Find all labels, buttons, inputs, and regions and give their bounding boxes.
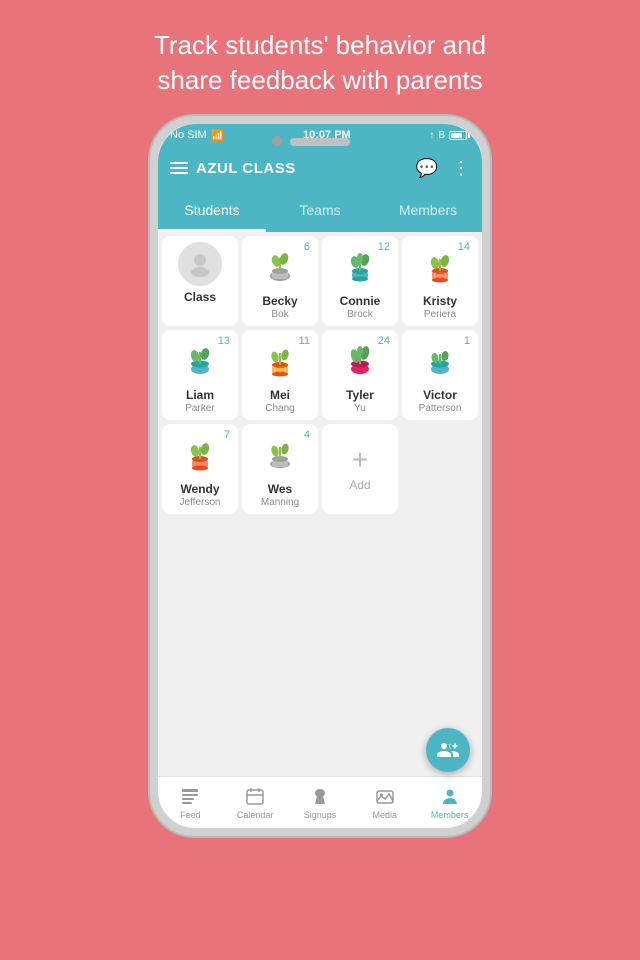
student-card-liam[interactable]: 13 Liam Parker — [162, 330, 238, 420]
media-label: Media — [373, 810, 398, 820]
plant-wendy — [176, 430, 224, 478]
name-wendy: Wendy — [180, 482, 219, 496]
fab-add-members[interactable] — [426, 728, 470, 772]
name-connie: Connie — [340, 294, 381, 308]
tab-students[interactable]: Students — [158, 190, 266, 232]
last-liam: Parker — [185, 403, 214, 414]
last-becky: Bok — [271, 309, 288, 320]
phone-screen: No SIM 📶 10:07 PM ↑ B AZUL CLASS — [158, 124, 482, 828]
score-becky: 6 — [304, 241, 310, 253]
last-tyler: Yu — [354, 403, 366, 414]
signups-label: Signups — [304, 810, 337, 820]
student-card-kristy[interactable]: 14 Kristy Peri — [402, 236, 478, 326]
chat-icon[interactable]: 💬 — [416, 158, 438, 179]
status-left: No SIM 📶 — [170, 129, 224, 142]
plant-victor — [416, 336, 464, 384]
class-name: Class — [184, 290, 216, 304]
class-avatar — [178, 242, 222, 286]
last-mei: Chang — [265, 403, 294, 414]
student-card-tyler[interactable]: 24 Tyler Yu — [322, 330, 398, 420]
more-icon[interactable]: ⋮ — [452, 158, 470, 179]
feed-icon — [179, 786, 201, 808]
members-icon — [439, 786, 461, 808]
add-student-card[interactable]: + Add — [322, 424, 398, 514]
headline-text: Track students' behavior andshare feedba… — [94, 0, 546, 116]
bottom-nav-media[interactable]: Media — [352, 777, 417, 828]
name-victor: Victor — [423, 388, 457, 402]
plant-becky — [256, 242, 304, 290]
name-mei: Mei — [270, 388, 290, 402]
students-grid: Class 6 Becky Bok — [158, 232, 482, 776]
bottom-nav-signups[interactable]: Signups — [288, 777, 353, 828]
plant-mei — [256, 336, 304, 384]
last-victor: Patterson — [419, 403, 462, 414]
nav-action-icons: 💬 ⋮ — [416, 158, 470, 179]
student-card-wes[interactable]: 4 Wes Manning — [242, 424, 318, 514]
status-right: ↑ B — [429, 130, 470, 141]
score-tyler: 24 — [378, 335, 390, 347]
phone-frame: No SIM 📶 10:07 PM ↑ B AZUL CLASS — [150, 116, 490, 836]
tab-members[interactable]: Members — [374, 190, 482, 232]
name-wes: Wes — [268, 482, 292, 496]
score-liam: 13 — [218, 335, 230, 347]
name-becky: Becky — [262, 294, 297, 308]
student-card-victor[interactable]: 1 Victor Patterson — [402, 330, 478, 420]
no-sim-label: No SIM — [170, 129, 207, 141]
add-plus-icon: + — [352, 446, 368, 474]
score-wendy: 7 — [224, 429, 230, 441]
last-connie: Brock — [347, 309, 373, 320]
calendar-label: Calendar — [237, 810, 274, 820]
last-wes: Manning — [261, 497, 299, 508]
student-card-becky[interactable]: 6 Becky Bok — [242, 236, 318, 326]
bottom-nav-members[interactable]: Members — [417, 777, 482, 828]
score-victor: 1 — [464, 335, 470, 347]
bottom-nav-feed[interactable]: Feed — [158, 777, 223, 828]
bottom-nav: Feed Calendar — [158, 776, 482, 828]
menu-icon[interactable] — [170, 162, 188, 174]
bottom-nav-calendar[interactable]: Calendar — [223, 777, 288, 828]
tab-row: Students Teams Members — [158, 190, 482, 232]
calendar-icon — [244, 786, 266, 808]
plant-wes — [256, 430, 304, 478]
tab-teams[interactable]: Teams — [266, 190, 374, 232]
last-kristy: Periera — [424, 309, 456, 320]
score-connie: 12 — [378, 241, 390, 253]
last-wendy: Jefferson — [180, 497, 221, 508]
score-wes: 4 — [304, 429, 310, 441]
media-icon — [374, 786, 396, 808]
signups-icon — [309, 786, 331, 808]
score-kristy: 14 — [458, 241, 470, 253]
student-card-wendy[interactable]: 7 Wendy Jefferson — [162, 424, 238, 514]
class-card[interactable]: Class — [162, 236, 238, 326]
bluetooth-icon: B — [438, 130, 445, 141]
nav-title: AZUL CLASS — [196, 160, 416, 177]
location-icon: ↑ — [429, 130, 434, 141]
score-mei: 11 — [299, 335, 310, 347]
battery-icon — [449, 131, 470, 140]
wifi-icon: 📶 — [211, 129, 225, 142]
name-liam: Liam — [186, 388, 214, 402]
name-tyler: Tyler — [346, 388, 374, 402]
members-label: Members — [431, 810, 469, 820]
nav-bar: AZUL CLASS 💬 ⋮ — [158, 146, 482, 190]
phone-speaker — [290, 138, 350, 146]
feed-label: Feed — [180, 810, 201, 820]
student-card-connie[interactable]: 12 Connie Brock — [322, 236, 398, 326]
add-label: Add — [349, 478, 370, 492]
name-kristy: Kristy — [423, 294, 457, 308]
student-card-mei[interactable]: 11 Mei Chang — [242, 330, 318, 420]
